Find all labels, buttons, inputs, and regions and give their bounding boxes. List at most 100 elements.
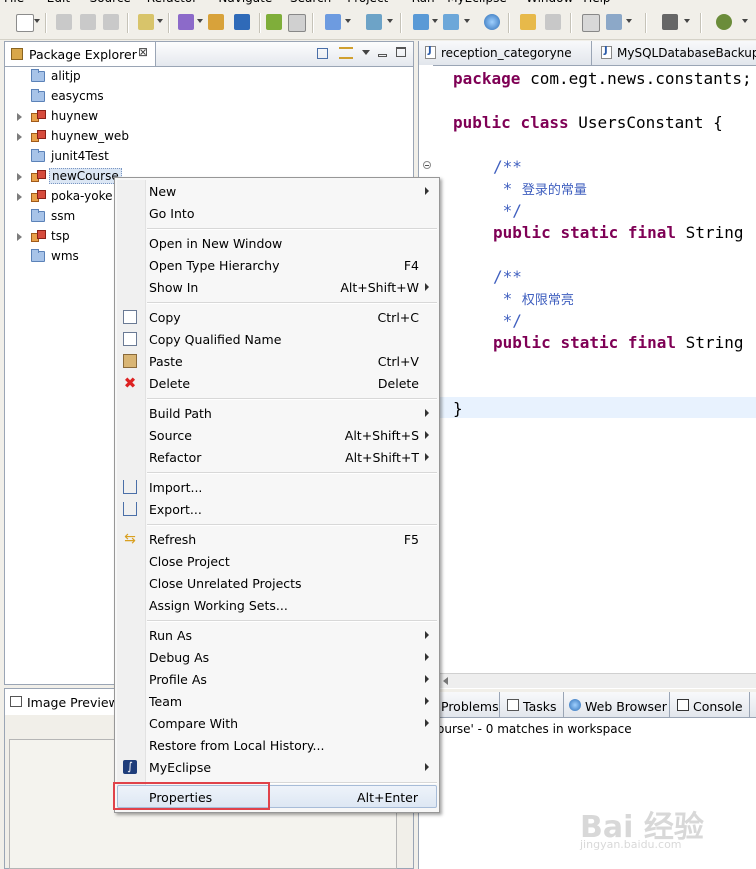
menu-item-profile-as[interactable]: Profile As: [117, 668, 437, 690]
tab-tasks[interactable]: Tasks: [503, 692, 564, 717]
scroll-left-icon[interactable]: [443, 677, 448, 685]
menu-item-go-into[interactable]: Go Into: [117, 202, 437, 224]
menu-item-team[interactable]: Team: [117, 690, 437, 712]
toolbar-separator: [700, 13, 702, 33]
tab-web-browser[interactable]: Web Browser: [565, 692, 670, 717]
save-icon[interactable]: [56, 14, 72, 30]
tree-item[interactable]: easycms: [5, 87, 405, 107]
open-file-icon[interactable]: [545, 14, 561, 30]
menu-item-delete[interactable]: ✖ Delete Delete: [117, 372, 437, 394]
globe-icon[interactable]: [484, 14, 500, 30]
menu-item-import[interactable]: Import...: [117, 476, 437, 498]
tab-editor-file[interactable]: reception_categoryne: [419, 41, 592, 65]
print-icon[interactable]: [103, 14, 119, 30]
collapse-all-icon[interactable]: [317, 48, 328, 59]
expand-icon[interactable]: [17, 133, 22, 141]
menu-item-refactor[interactable]: Refactor Alt+Shift+T: [117, 446, 437, 468]
new-wizard-dropdown-icon[interactable]: [157, 19, 163, 23]
menu-item-restore-from-local-history[interactable]: Restore from Local History...: [117, 734, 437, 756]
tab-editor-file[interactable]: MySQLDatabaseBackup: [595, 41, 756, 65]
code-text: String: [676, 333, 744, 352]
menu-item-open-type-hierarchy[interactable]: Open Type Hierarchy F4: [117, 254, 437, 276]
tab-image-preview[interactable]: Image Preview: [5, 689, 119, 715]
menu-item-source[interactable]: Source Alt+Shift+S: [117, 424, 437, 446]
main-toolbar: [0, 5, 756, 40]
open-folder-icon[interactable]: [520, 14, 536, 30]
watermark: Bai 经验 jingyan.baidu.com: [580, 802, 730, 862]
struts-icon[interactable]: [288, 14, 306, 32]
new-wizard-icon[interactable]: [138, 14, 154, 30]
menu-item-show-in[interactable]: Show In Alt+Shift+W: [117, 276, 437, 298]
menu-item-copy-qualified-name[interactable]: Copy Qualified Name: [117, 328, 437, 350]
sql-dropdown-icon[interactable]: [464, 19, 470, 23]
submenu-arrow-icon: [425, 697, 429, 705]
menu-item-open-in-new-window[interactable]: Open in New Window: [117, 232, 437, 254]
keyword: public: [453, 113, 511, 132]
deploy-icon[interactable]: [178, 14, 194, 30]
code-line: /**: [493, 157, 522, 176]
view-menu-icon[interactable]: [362, 50, 370, 55]
db-icon[interactable]: [413, 14, 429, 30]
menu-item-compare-with[interactable]: Compare With: [117, 712, 437, 734]
menu-item-label: Team: [149, 694, 183, 709]
menu-item-shortcut: Alt+Shift+W: [340, 280, 419, 295]
menu-item-paste[interactable]: Paste Ctrl+V: [117, 350, 437, 372]
box-icon[interactable]: [234, 14, 250, 30]
bug-dropdown-icon[interactable]: [742, 19, 748, 23]
menu-item-shortcut: Delete: [377, 376, 419, 391]
menu-item-refresh[interactable]: ⇆ Refresh F5: [117, 528, 437, 550]
run-server-dropdown-icon[interactable]: [345, 19, 351, 23]
tree-item[interactable]: alitjp: [5, 67, 405, 87]
tab-package-explorer[interactable]: Package Explorer ⊠: [5, 42, 156, 66]
debug-server-icon[interactable]: [366, 14, 382, 30]
menu-item-label: Close Project: [149, 554, 230, 569]
save-all-icon[interactable]: [80, 14, 96, 30]
expand-icon[interactable]: [17, 193, 22, 201]
code-text: String: [676, 223, 744, 242]
new-dropdown-icon[interactable]: [34, 19, 40, 23]
close-icon[interactable]: ⊠: [138, 45, 148, 59]
toolbar-separator: [45, 13, 47, 33]
menu-item-close-project[interactable]: Close Project: [117, 550, 437, 572]
tree-item-label: easycms: [51, 89, 104, 103]
minimize-icon[interactable]: [378, 54, 387, 57]
menu-item-close-unrelated-projects[interactable]: Close Unrelated Projects: [117, 572, 437, 594]
tree-item[interactable]: junit4Test: [5, 147, 405, 167]
search-result-text: ourse' - 0 matches in workspace: [437, 722, 632, 736]
expand-icon[interactable]: [17, 233, 22, 241]
new-icon[interactable]: [16, 14, 34, 32]
menu-item-myeclipse[interactable]: ∫ MyEclipse: [117, 756, 437, 778]
deploy-dropdown-icon[interactable]: [197, 19, 203, 23]
camera-dropdown-icon[interactable]: [684, 19, 690, 23]
menu-item-copy[interactable]: Copy Ctrl+C: [117, 306, 437, 328]
server-icon[interactable]: [208, 14, 224, 30]
horizontal-scrollbar[interactable]: [435, 673, 756, 688]
maximize-icon[interactable]: [396, 47, 406, 57]
bug-icon[interactable]: [716, 14, 732, 30]
web-icon[interactable]: [606, 14, 622, 30]
sql-icon[interactable]: [443, 14, 459, 30]
doc-comment: */: [493, 201, 522, 220]
tree-item[interactable]: huynew_web: [5, 127, 405, 147]
web-dropdown-icon[interactable]: [626, 19, 632, 23]
browser-icon[interactable]: [266, 14, 282, 30]
expand-icon[interactable]: [17, 113, 22, 121]
camera-icon[interactable]: [662, 14, 678, 30]
task-icon[interactable]: [582, 14, 600, 32]
code-area[interactable]: package com.egt.news.constants; public c…: [435, 65, 756, 687]
db-dropdown-icon[interactable]: [432, 19, 438, 23]
menu-item-run-as[interactable]: Run As: [117, 624, 437, 646]
tab-console[interactable]: Console: [673, 692, 750, 717]
menu-item-assign-working-sets[interactable]: Assign Working Sets...: [117, 594, 437, 616]
menu-item-build-path[interactable]: Build Path: [117, 402, 437, 424]
run-server-icon[interactable]: [325, 14, 341, 30]
submenu-arrow-icon: [425, 453, 429, 461]
fold-icon[interactable]: [423, 161, 431, 169]
tree-item[interactable]: huynew: [5, 107, 405, 127]
menu-item-debug-as[interactable]: Debug As: [117, 646, 437, 668]
menu-item-new[interactable]: New: [117, 180, 437, 202]
link-editor-icon[interactable]: [339, 47, 353, 59]
expand-icon[interactable]: [17, 173, 22, 181]
debug-server-dropdown-icon[interactable]: [387, 19, 393, 23]
menu-item-export[interactable]: Export...: [117, 498, 437, 520]
